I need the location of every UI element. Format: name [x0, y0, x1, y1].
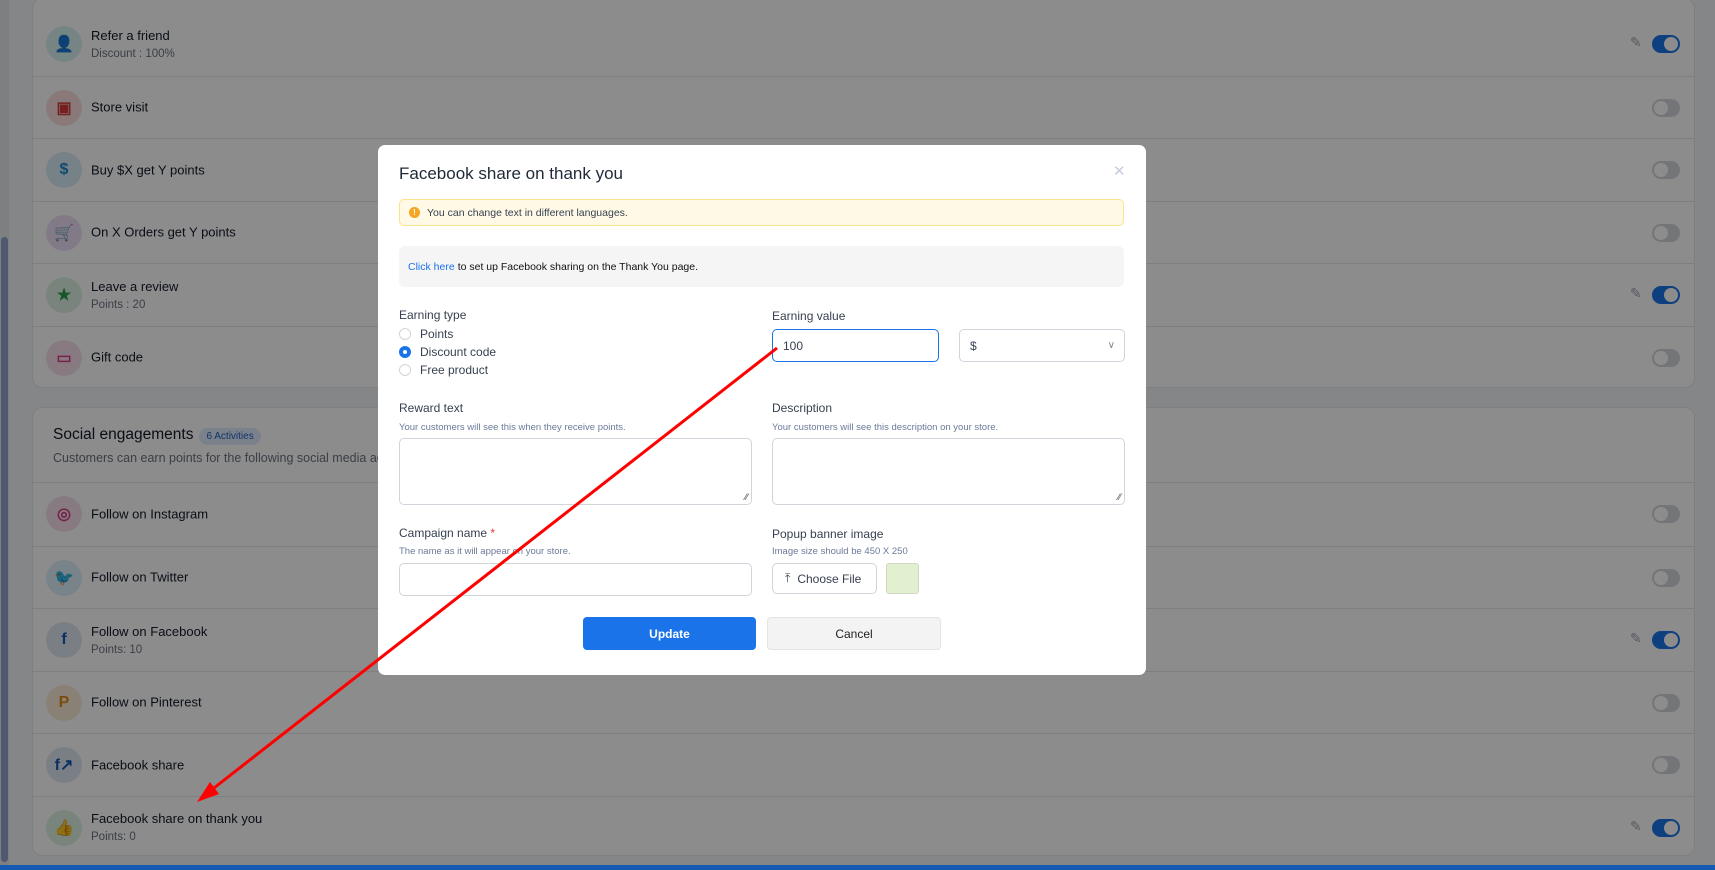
language-alert: ! You can change text in different langua…: [399, 199, 1124, 226]
cancel-button[interactable]: Cancel: [767, 617, 941, 650]
banner-thumbnail: [886, 563, 919, 594]
banner-image-help: Image size should be 450 X 250: [772, 546, 908, 557]
radio-discount-code[interactable]: Discount code: [399, 345, 496, 359]
upload-icon: ⤒: [785, 571, 791, 585]
campaign-name-help: The name as it will appear on your store…: [399, 546, 571, 557]
modal-title: Facebook share on thank you: [399, 164, 623, 183]
edit-activity-modal: Facebook share on thank you ✕ ! You can c…: [378, 145, 1146, 675]
alert-text: You can change text in different languag…: [427, 206, 628, 219]
warning-icon: !: [409, 207, 420, 218]
chevron-down-icon: ∨: [1107, 340, 1115, 351]
description-textarea[interactable]: ⁄⁄: [772, 438, 1125, 505]
earning-type-label: Earning type: [399, 308, 467, 322]
required-marker: *: [490, 526, 496, 540]
description-help: Your customers will see this description…: [772, 422, 999, 433]
currency-value: $: [970, 338, 977, 353]
currency-select[interactable]: $ ∨: [959, 329, 1125, 362]
bottom-bar: [0, 865, 1715, 870]
resize-handle-icon[interactable]: ⁄⁄: [745, 492, 748, 502]
close-icon[interactable]: ✕: [1113, 162, 1126, 180]
earning-value-input[interactable]: 100: [772, 329, 939, 362]
setup-info: Click here to set up Facebook sharing on …: [399, 246, 1124, 287]
update-button[interactable]: Update: [583, 617, 756, 650]
resize-handle-icon[interactable]: ⁄⁄: [1118, 492, 1121, 502]
reward-text-textarea[interactable]: ⁄⁄: [399, 438, 752, 505]
choose-file-button[interactable]: ⤒ Choose File: [772, 563, 877, 594]
info-text: to set up Facebook sharing on the Thank …: [457, 260, 699, 273]
radio-points[interactable]: Points: [399, 327, 453, 341]
radio-free-product[interactable]: Free product: [399, 363, 488, 377]
reward-text-help: Your customers will see this when they r…: [399, 422, 626, 433]
campaign-name-label: Campaign name *: [399, 526, 496, 540]
click-here-link[interactable]: Click here: [408, 261, 455, 273]
earning-value-label: Earning value: [772, 309, 846, 323]
banner-image-label: Popup banner image: [772, 527, 884, 541]
description-label: Description: [772, 401, 833, 415]
reward-text-label: Reward text: [399, 401, 464, 415]
campaign-name-input[interactable]: [399, 563, 752, 596]
